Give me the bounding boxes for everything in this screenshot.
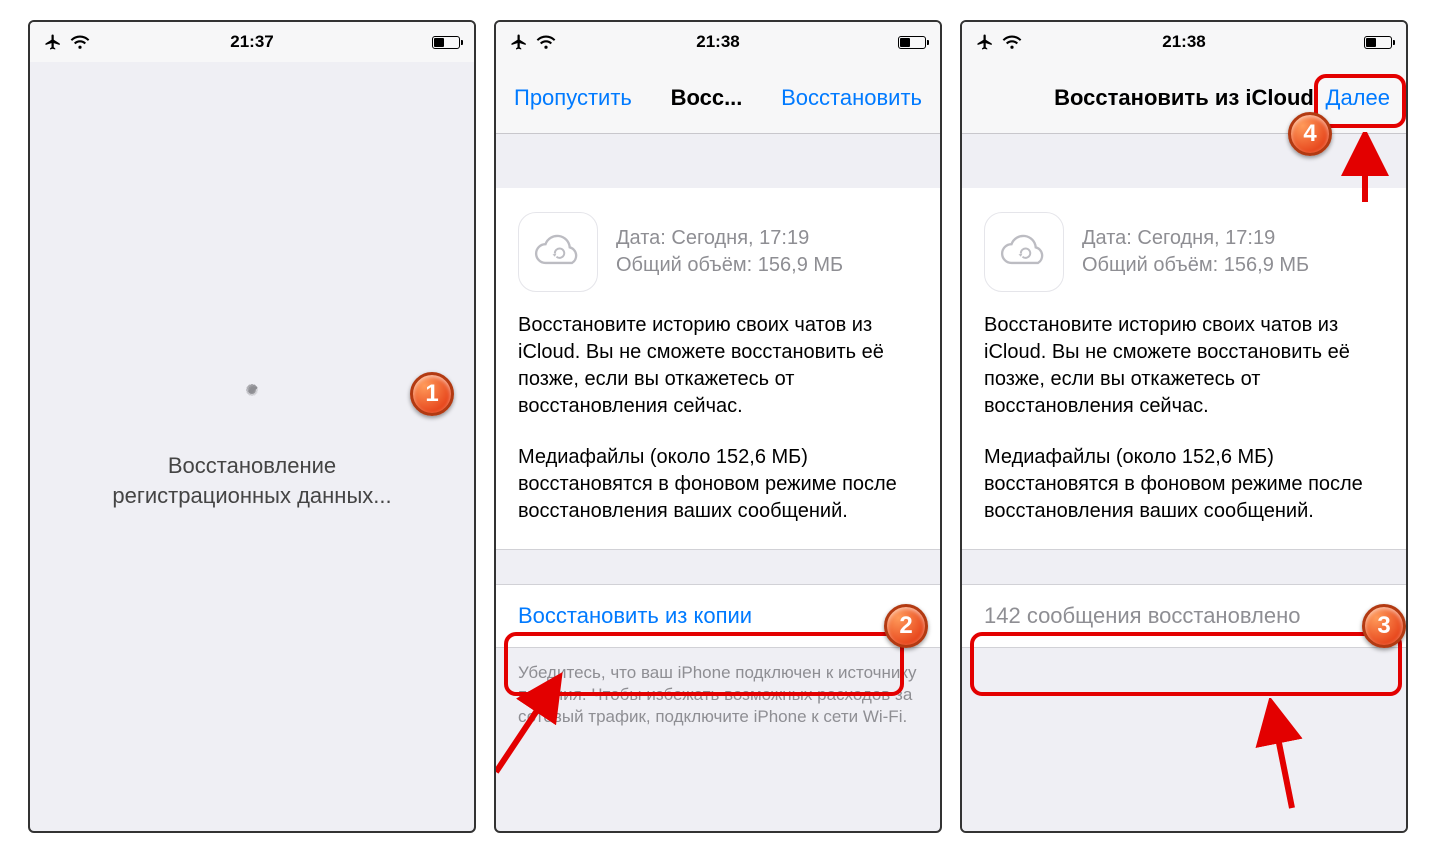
backup-size: Общий объём: 156,9 МБ bbox=[616, 252, 843, 279]
loading-text-line2: регистрационных данных... bbox=[112, 481, 391, 511]
screen-restore-complete: 21:38 Восстановить из iCloud Далее bbox=[960, 20, 1408, 833]
loading-spinner-icon bbox=[232, 383, 272, 423]
annotation-badge-4: 4 bbox=[1288, 112, 1332, 156]
cloud-restore-icon bbox=[518, 212, 598, 292]
annotation-badge-1: 1 bbox=[410, 372, 454, 416]
restore-from-backup-button[interactable]: Восстановить из копии bbox=[496, 585, 940, 648]
status-bar: 21:38 bbox=[962, 22, 1406, 62]
backup-size: Общий объём: 156,9 МБ bbox=[1082, 252, 1309, 279]
status-time: 21:37 bbox=[30, 32, 474, 52]
annotation-arrow-4 bbox=[1340, 132, 1390, 212]
backup-date: Дата: Сегодня, 17:19 bbox=[616, 225, 843, 252]
restore-description-2: Медиафайлы (около 152,6 МБ) восстановятс… bbox=[962, 436, 1406, 549]
battery-icon bbox=[432, 36, 460, 49]
restore-description-1: Восстановите историю своих чатов из iClo… bbox=[962, 308, 1406, 436]
messages-restored-status: 142 сообщения восстановлено bbox=[962, 585, 1406, 648]
loading-text: Восстановление регистрационных данных... bbox=[112, 451, 391, 510]
status-time: 21:38 bbox=[962, 32, 1406, 52]
restore-description-2: Медиафайлы (около 152,6 МБ) восстановятс… bbox=[496, 436, 940, 549]
annotation-arrow-3 bbox=[1232, 698, 1332, 818]
loading-text-line1: Восстановление bbox=[112, 451, 391, 481]
nav-bar: Восстановить из iCloud Далее bbox=[962, 62, 1406, 134]
nav-skip-button[interactable]: Пропустить bbox=[514, 85, 632, 111]
status-bar: 21:38 bbox=[496, 22, 940, 62]
battery-icon bbox=[1364, 36, 1392, 49]
annotation-badge-3: 3 bbox=[1362, 604, 1406, 648]
screen-restore-prompt: 21:38 Пропустить Восс... Восстановить bbox=[494, 20, 942, 833]
battery-icon bbox=[898, 36, 926, 49]
nav-next-button[interactable]: Далее bbox=[1326, 85, 1390, 111]
status-time: 21:38 bbox=[496, 32, 940, 52]
backup-info-card: Дата: Сегодня, 17:19 Общий объём: 156,9 … bbox=[496, 188, 940, 308]
nav-bar: Пропустить Восс... Восстановить bbox=[496, 62, 940, 134]
restore-description-1: Восстановите историю своих чатов из iClo… bbox=[496, 308, 940, 436]
nav-restore-button[interactable]: Восстановить bbox=[781, 85, 922, 111]
nav-title: Восс... bbox=[671, 85, 743, 111]
cloud-restore-icon bbox=[984, 212, 1064, 292]
screen-loading: 21:37 Восстановление bbox=[28, 20, 476, 833]
annotation-arrow-2 bbox=[494, 662, 606, 782]
status-bar: 21:37 bbox=[30, 22, 474, 62]
backup-date: Дата: Сегодня, 17:19 bbox=[1082, 225, 1309, 252]
annotation-badge-2: 2 bbox=[884, 604, 928, 648]
